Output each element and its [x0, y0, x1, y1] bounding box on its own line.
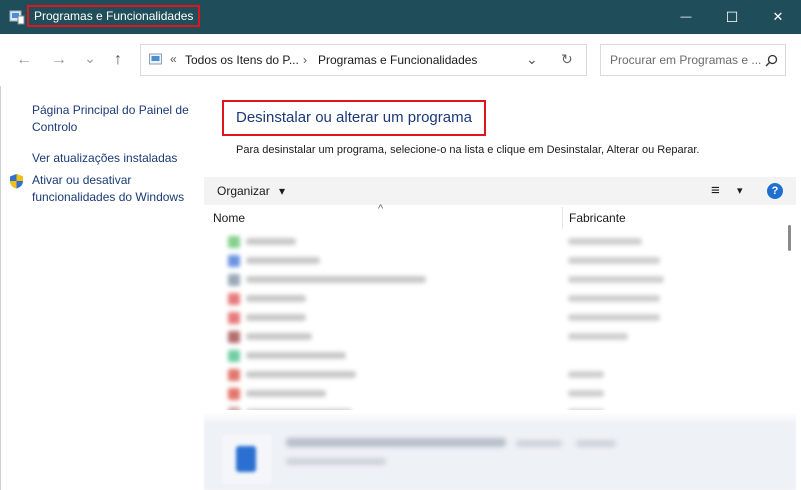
- up-arrow-icon: ↑: [114, 51, 122, 68]
- program-name: [246, 276, 426, 283]
- minimize-icon: —: [680, 11, 692, 23]
- column-header-publisher[interactable]: Fabricante: [569, 211, 626, 225]
- table-row[interactable]: [204, 308, 780, 327]
- address-bar[interactable]: « Todos os Itens do P... › Programas e F…: [140, 44, 587, 76]
- program-name: [246, 352, 346, 359]
- control-panel-location-icon: [149, 53, 162, 65]
- table-row[interactable]: [204, 327, 780, 346]
- table-row[interactable]: [204, 289, 780, 308]
- program-name: [246, 314, 306, 321]
- back-button[interactable]: ←: [13, 50, 35, 70]
- breadcrumb-all-items[interactable]: Todos os Itens do P...: [185, 53, 299, 67]
- search-icon[interactable]: [765, 54, 778, 67]
- window-title: Programas e Funcionalidades: [27, 5, 201, 27]
- table-row[interactable]: [204, 403, 780, 410]
- program-icon: [228, 236, 240, 248]
- table-row[interactable]: [204, 270, 780, 289]
- back-arrow-icon: ←: [16, 51, 32, 68]
- program-publisher: [568, 333, 628, 340]
- program-name: [246, 333, 312, 340]
- chevron-down-icon: ▾: [279, 184, 286, 198]
- help-icon[interactable]: ?: [767, 183, 783, 199]
- table-row[interactable]: [204, 384, 780, 403]
- program-name: [246, 371, 356, 378]
- minimize-button[interactable]: —: [663, 0, 709, 34]
- recent-locations-button[interactable]: ⌄: [79, 48, 101, 68]
- page-title: Desinstalar ou alterar um programa: [222, 100, 486, 136]
- page-description: Para desinstalar um programa, selecione-…: [236, 144, 700, 156]
- program-name: [246, 390, 326, 397]
- table-row[interactable]: [204, 346, 780, 365]
- details-pane: [204, 412, 796, 490]
- sidebar-link-installed-updates[interactable]: Ver atualizações instaladas: [32, 150, 202, 167]
- view-options-dropdown-icon[interactable]: ▾: [737, 184, 743, 197]
- program-publisher: [568, 238, 642, 245]
- refresh-icon[interactable]: ↻: [561, 51, 573, 68]
- breadcrumb-programs[interactable]: Programas e Funcionalidades: [318, 53, 477, 67]
- breadcrumb-separator: ›: [303, 53, 307, 67]
- details-title: [286, 438, 506, 447]
- close-button[interactable]: ✕: [755, 0, 801, 34]
- column-header-row: Nome ^ Fabricante: [204, 203, 780, 229]
- search-box[interactable]: Procurar em Programas e ...: [600, 44, 786, 76]
- close-icon: ✕: [772, 9, 784, 24]
- sort-ascending-icon: ^: [378, 203, 384, 215]
- program-publisher: [568, 390, 604, 397]
- search-input-placeholder[interactable]: Procurar em Programas e ...: [610, 53, 761, 67]
- program-icon: [228, 274, 240, 286]
- window-left-edge: [0, 86, 1, 490]
- program-icon: [228, 331, 240, 343]
- organize-button[interactable]: Organizar ▾: [217, 184, 285, 198]
- breadcrumb-overflow[interactable]: «: [170, 52, 177, 66]
- view-options-icon[interactable]: ≡: [711, 182, 720, 199]
- program-publisher: [568, 295, 660, 302]
- program-publisher: [568, 409, 604, 410]
- column-divider[interactable]: [562, 207, 563, 229]
- sidebar-link-windows-features[interactable]: Ativar ou desativar funcionalidades do W…: [32, 172, 202, 206]
- program-name: [246, 257, 320, 264]
- program-publisher: [568, 276, 664, 283]
- shield-icon: [10, 174, 23, 189]
- details-subtitle: [286, 458, 386, 465]
- table-row[interactable]: [204, 251, 780, 270]
- program-icon: [228, 350, 240, 362]
- program-icon: [228, 312, 240, 324]
- program-publisher: [568, 257, 660, 264]
- chevron-down-icon: ⌄: [84, 49, 96, 66]
- program-list: [204, 230, 780, 410]
- table-row[interactable]: [204, 232, 780, 251]
- program-name: [246, 409, 352, 410]
- details-label: [516, 440, 562, 447]
- up-button[interactable]: ↑: [107, 50, 129, 70]
- control-panel-icon: [9, 10, 25, 25]
- program-large-icon: [222, 434, 272, 484]
- forward-arrow-icon: →: [51, 51, 67, 68]
- program-icon: [228, 388, 240, 400]
- vertical-scrollbar[interactable]: [782, 207, 796, 412]
- title-bar: Programas e Funcionalidades — ☐ ✕: [0, 0, 801, 34]
- sidebar-link-control-panel-home[interactable]: Página Principal do Painel de Controlo: [32, 102, 202, 136]
- program-publisher: [568, 371, 604, 378]
- program-icon: [228, 293, 240, 305]
- program-name: [246, 238, 296, 245]
- forward-button[interactable]: →: [48, 50, 70, 70]
- program-icon: [228, 407, 240, 410]
- program-icon: [228, 369, 240, 381]
- maximize-icon: ☐: [725, 8, 739, 25]
- column-header-name[interactable]: Nome: [213, 211, 245, 225]
- maximize-button[interactable]: ☐: [709, 0, 755, 34]
- organize-label: Organizar: [217, 184, 270, 198]
- program-publisher: [568, 314, 660, 321]
- scrollbar-thumb[interactable]: [788, 225, 791, 251]
- program-icon: [228, 255, 240, 267]
- table-row[interactable]: [204, 365, 780, 384]
- details-value: [576, 440, 616, 447]
- address-dropdown-icon[interactable]: ⌄: [526, 51, 538, 68]
- list-toolbar: Organizar ▾ ≡ ▾ ?: [204, 177, 796, 205]
- program-name: [246, 295, 306, 302]
